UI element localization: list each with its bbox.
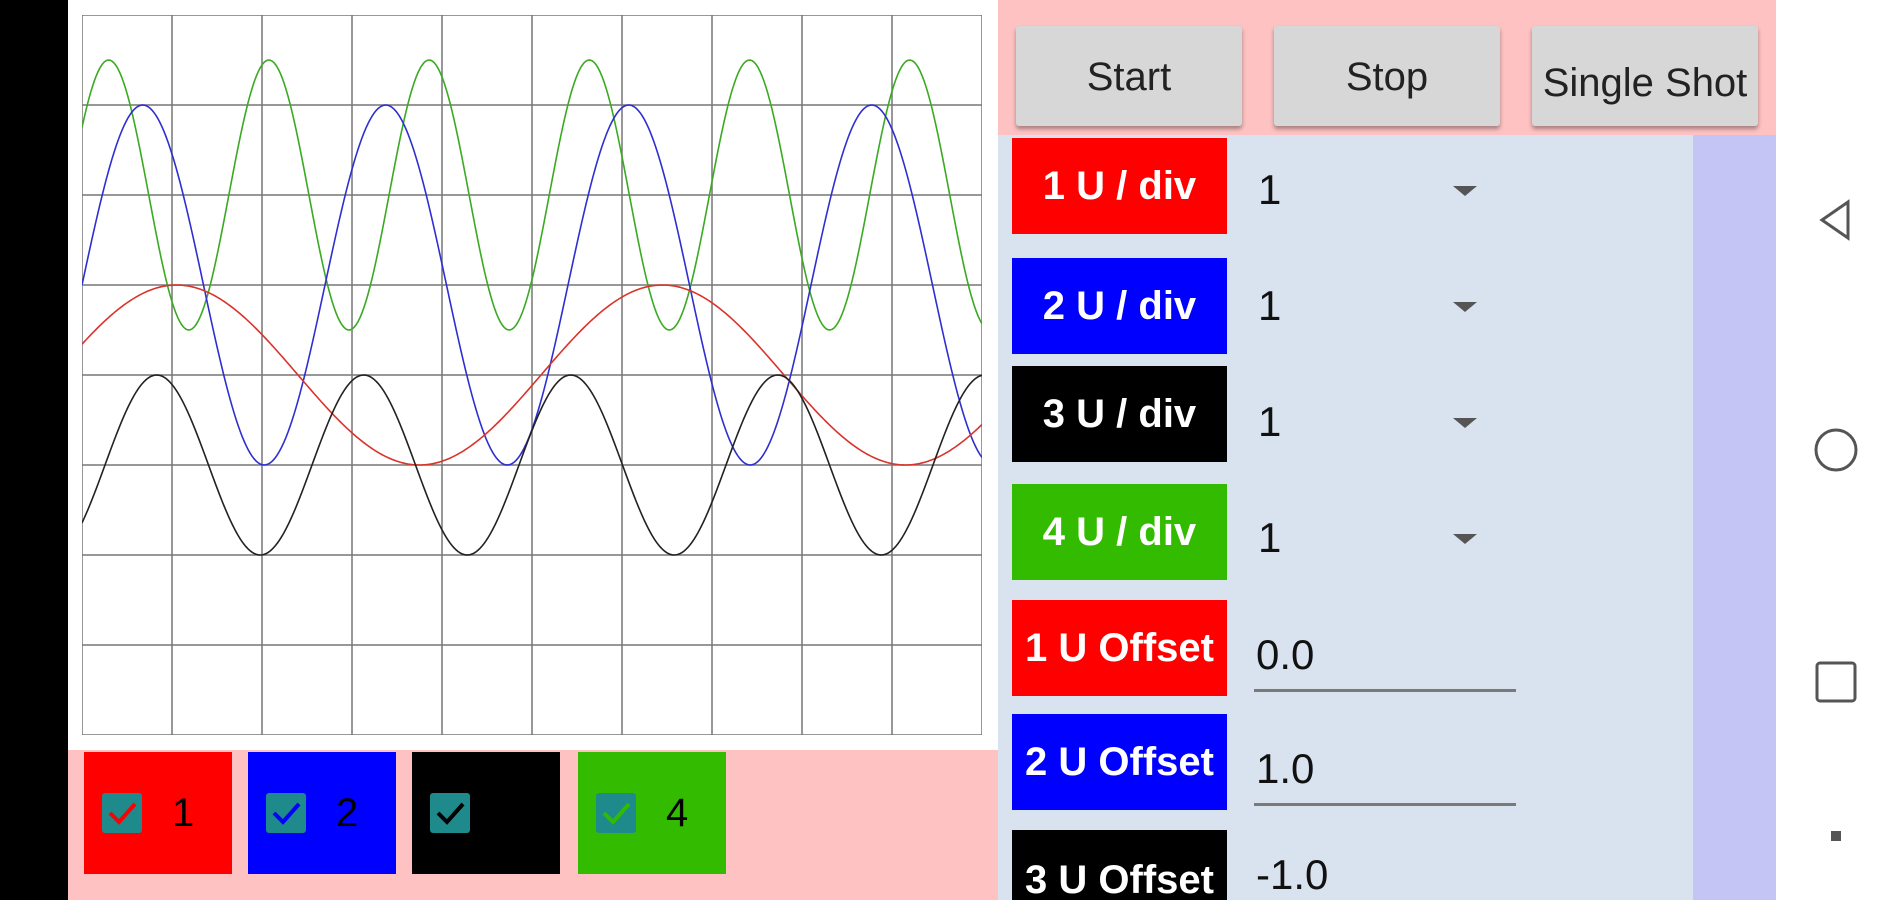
channel-4-toggle[interactable]: 4 bbox=[578, 752, 726, 874]
channel-2-offset-label: 2 U Offset bbox=[1012, 714, 1227, 810]
channel-1-toggle-label: 1 bbox=[172, 790, 195, 835]
settings-scrollbar[interactable] bbox=[1693, 135, 1776, 900]
dropdown-caret-icon bbox=[1453, 418, 1477, 428]
left-black-strip bbox=[0, 0, 68, 900]
oscilloscope-app: 1 2 4 Start Stop Single Shot 1 U / div 1… bbox=[0, 0, 1896, 900]
channel-3-udiv-label: 3 U / div bbox=[1012, 366, 1227, 462]
triangle-back-icon[interactable] bbox=[1806, 190, 1866, 250]
checkbox-checked-icon[interactable] bbox=[596, 793, 636, 833]
channel-1-toggle[interactable]: 1 bbox=[84, 752, 232, 874]
channel-1-udiv-select[interactable]: 1 bbox=[1258, 142, 1498, 238]
channel-2-udiv-value: 1 bbox=[1258, 282, 1282, 329]
checkbox-checked-icon[interactable] bbox=[266, 793, 306, 833]
channel-4-udiv-value: 1 bbox=[1258, 514, 1282, 561]
channel-2-offset-input[interactable]: 1.0 bbox=[1254, 720, 1516, 806]
channel-1-udiv-label: 1 U / div bbox=[1012, 138, 1227, 234]
channel-3-udiv-select[interactable]: 1 bbox=[1258, 374, 1498, 470]
dropdown-caret-icon bbox=[1453, 186, 1477, 196]
channel-2-udiv-select[interactable]: 1 bbox=[1258, 258, 1498, 354]
channel-4-udiv-select[interactable]: 1 bbox=[1258, 490, 1498, 586]
oscilloscope-display bbox=[82, 15, 982, 735]
dropdown-caret-icon bbox=[1453, 534, 1477, 544]
channel-2-toggle[interactable]: 2 bbox=[248, 752, 396, 874]
square-recents-icon[interactable] bbox=[1806, 652, 1866, 712]
channel-3-toggle[interactable] bbox=[412, 752, 560, 874]
dropdown-caret-icon bbox=[1453, 302, 1477, 312]
channel-3-udiv-value: 1 bbox=[1258, 398, 1282, 445]
channel-1-udiv-value: 1 bbox=[1258, 166, 1282, 213]
small-dot-icon bbox=[1831, 831, 1841, 841]
stop-button[interactable]: Stop bbox=[1274, 26, 1500, 126]
channel-2-toggle-label: 2 bbox=[336, 790, 359, 835]
channel-3-offset-label: 3 U Offset bbox=[1012, 830, 1227, 900]
channel-4-toggle-label: 4 bbox=[666, 790, 689, 835]
channel-1-offset-label: 1 U Offset bbox=[1012, 600, 1227, 696]
channel-2-udiv-label: 2 U / div bbox=[1012, 258, 1227, 354]
start-button[interactable]: Start bbox=[1016, 26, 1242, 126]
channel-1-offset-input[interactable]: 0.0 bbox=[1254, 606, 1516, 692]
channel-3-offset-input[interactable]: -1.0 bbox=[1254, 836, 1516, 900]
circle-home-icon[interactable] bbox=[1806, 420, 1866, 480]
checkbox-checked-icon[interactable] bbox=[102, 793, 142, 833]
scope-grid bbox=[82, 15, 982, 735]
checkbox-checked-icon[interactable] bbox=[430, 793, 470, 833]
channel-4-udiv-label: 4 U / div bbox=[1012, 484, 1227, 580]
single-shot-button[interactable]: Single Shot bbox=[1532, 26, 1758, 126]
